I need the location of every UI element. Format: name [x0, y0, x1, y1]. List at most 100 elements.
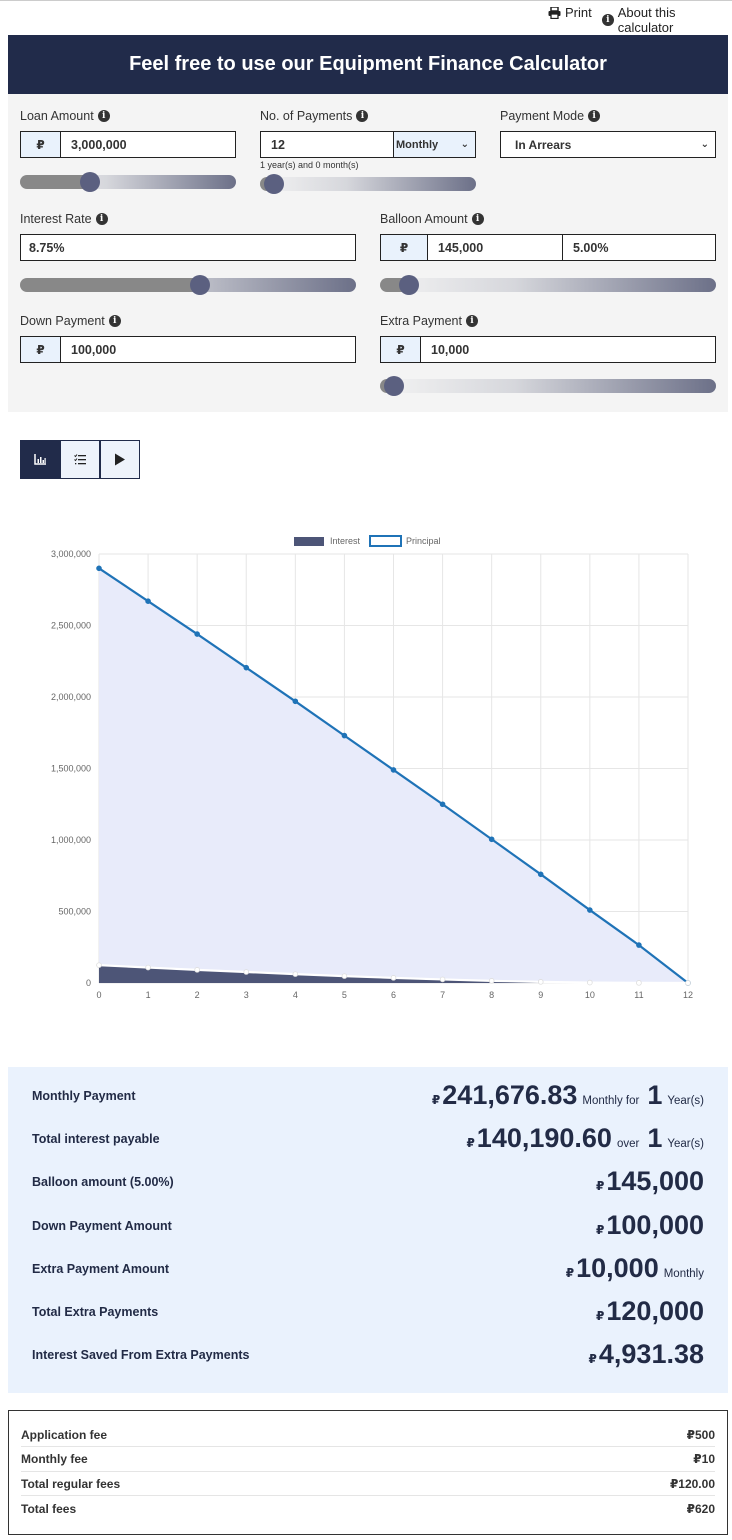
tab-chart[interactable]	[20, 440, 60, 479]
balloon-amount-field[interactable]: ₽ 145,000 5.00%	[380, 234, 716, 261]
data-point-principal	[341, 732, 348, 739]
result-label: Down Payment Amount	[32, 1218, 172, 1233]
info-icon[interactable]: i	[97, 110, 110, 122]
result-suffix: Monthly for	[582, 1095, 640, 1107]
interest-rate-label-text: Interest Rate	[20, 212, 92, 226]
loan-amount-input[interactable]: 3,000,000	[61, 132, 235, 157]
about-link[interactable]: i About this calculator	[602, 5, 732, 35]
result-value: ₽120,000	[596, 1292, 704, 1332]
balloon-amount-input[interactable]: 145,000	[428, 235, 563, 260]
payments-duration-note: 1 year(s) and 0 month(s)	[260, 160, 359, 170]
print-link[interactable]: Print	[548, 5, 592, 20]
currency-symbol: ₽	[381, 337, 421, 362]
slider-handle[interactable]	[399, 275, 420, 295]
payment-frequency-select[interactable]: Monthly ⌄	[393, 131, 476, 158]
loan-amount-field[interactable]: ₽ 3,000,000	[20, 131, 236, 158]
balloon-amount-label-text: Balloon Amount	[380, 212, 468, 226]
data-point-principal	[194, 631, 200, 637]
info-icon[interactable]: i	[465, 315, 478, 327]
loan-amount-label-text: Loan Amount	[20, 109, 94, 123]
balloon-percent-input[interactable]: 5.00%	[563, 235, 715, 260]
result-value: ₽241,676.83 Monthly for 1 Year(s)	[432, 1076, 704, 1116]
interest-rate-slider[interactable]	[20, 275, 356, 295]
fee-value: ₽500	[686, 1427, 715, 1442]
amortization-chart: 0 500,000 1,000,000 1,500,000 2,000,000 2,500…	[20, 530, 712, 1010]
payment-mode-select[interactable]: In Arrears ⌄	[500, 131, 716, 158]
chevron-down-icon: ⌄	[460, 139, 469, 150]
info-icon[interactable]: i	[588, 110, 601, 122]
slider-handle[interactable]	[264, 174, 284, 194]
interest-rate-field[interactable]: 8.75%	[20, 234, 356, 261]
fee-value: ₽10	[693, 1452, 715, 1466]
bar-chart-icon	[33, 454, 46, 465]
result-row: Total Extra Payments ₽120,000	[32, 1292, 704, 1332]
down-payment-label: Down Payment i	[20, 314, 121, 328]
fee-row: Total fees ₽620	[21, 1497, 715, 1521]
info-icon[interactable]: i	[471, 213, 484, 225]
result-value: ₽100,000	[596, 1206, 704, 1246]
x-tick-label: 7	[440, 990, 445, 1000]
extra-payment-label: Extra Payment i	[380, 314, 478, 328]
num-payments-input[interactable]: 12	[261, 132, 393, 157]
x-tick-label: 8	[489, 990, 494, 1000]
down-payment-input[interactable]: 100,000	[61, 337, 355, 362]
slider-handle[interactable]	[384, 376, 404, 396]
view-tabs	[20, 440, 140, 479]
y-tick-label: 500,000	[58, 907, 91, 917]
result-amount: 241,676.83	[442, 1080, 578, 1110]
result-row: Balloon amount (5.00%) ₽145,000	[32, 1162, 704, 1202]
data-point-principal	[292, 698, 299, 705]
num-payments-label: No. of Payments i	[260, 109, 369, 123]
payment-frequency-value: Monthly	[396, 138, 439, 151]
data-point-principal	[587, 907, 593, 913]
payment-mode-label: Payment Mode i	[500, 109, 601, 123]
page-title: Feel free to use our Equipment Finance C…	[8, 35, 728, 94]
extra-payment-slider[interactable]	[380, 376, 716, 396]
fee-row: Monthly fee ₽10	[21, 1448, 715, 1472]
data-point-interest	[341, 973, 348, 979]
about-label: About this calculator	[617, 5, 676, 35]
currency-symbol: ₽	[21, 132, 61, 157]
legend-swatch-principal	[369, 535, 402, 547]
result-row: Extra Payment Amount ₽10,000 Monthly	[32, 1249, 704, 1289]
info-icon[interactable]: i	[356, 110, 369, 122]
data-point-interest	[390, 975, 397, 981]
currency-symbol: ₽	[466, 1136, 475, 1151]
info-icon[interactable]: i	[108, 315, 121, 327]
x-tick-label: 12	[683, 990, 693, 1000]
tab-play[interactable]	[100, 440, 140, 479]
extra-payment-input[interactable]: 10,000	[421, 337, 715, 362]
result-suffix: over	[616, 1138, 640, 1151]
data-point-principal	[243, 664, 250, 671]
results-panel: Monthly Payment ₽241,676.83 Monthly for 1 Ye…	[8, 1067, 728, 1393]
data-point-interest	[685, 980, 691, 986]
data-point-interest	[587, 979, 593, 986]
result-period-number: 1	[647, 1123, 663, 1154]
slider-handle[interactable]	[80, 172, 101, 192]
currency-symbol: ₽	[565, 1265, 575, 1280]
data-point-interest	[292, 971, 299, 977]
result-label: Extra Payment Amount	[32, 1261, 170, 1276]
num-payments-slider[interactable]	[260, 174, 476, 194]
payment-mode-value: In Arrears	[515, 137, 572, 152]
balloon-amount-slider[interactable]	[380, 275, 716, 295]
result-amount: 4,931.38	[598, 1339, 704, 1370]
loan-amount-slider[interactable]	[20, 172, 236, 192]
result-label: Total interest payable	[32, 1132, 160, 1147]
data-point-interest	[145, 964, 151, 971]
down-payment-field[interactable]: ₽ 100,000	[20, 336, 356, 363]
x-tick-label: 0	[96, 990, 101, 1000]
info-icon[interactable]: i	[95, 213, 108, 225]
data-point-interest	[488, 978, 495, 984]
result-row: Total interest payable ₽140,190.60 over 1 Ye…	[32, 1119, 704, 1159]
result-value: ₽145,000	[596, 1162, 704, 1202]
num-payments-field[interactable]: 12	[260, 131, 394, 158]
slider-handle[interactable]	[190, 275, 211, 295]
tab-schedule[interactable]	[60, 440, 100, 479]
extra-payment-field[interactable]: ₽ 10,000	[380, 336, 716, 363]
interest-rate-input[interactable]: 8.75%	[21, 235, 355, 260]
result-period-number: 1	[647, 1080, 663, 1110]
result-label: Monthly Payment	[32, 1089, 136, 1103]
balloon-amount-label: Balloon Amount i	[380, 212, 484, 226]
x-tick-label: 3	[244, 990, 249, 1000]
